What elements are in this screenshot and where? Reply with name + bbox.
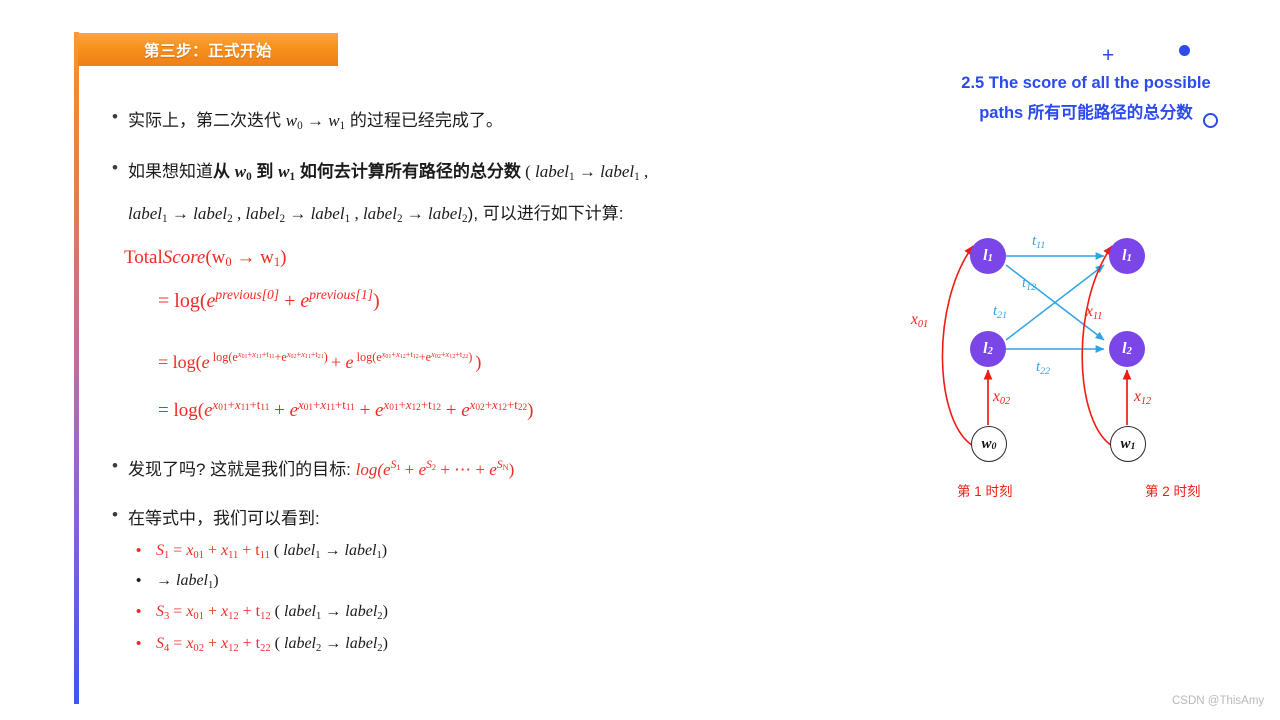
sub-bullet-marker: • [136, 603, 142, 620]
label-x12: x12 [1134, 388, 1152, 407]
formula-line-1: = log(eprevious[0] + eprevious[1]) [158, 287, 380, 312]
bullet-text-3: 发现了吗? 这就是我们的目标: log(eS1 + eS2 + ⋯ + eSN) [128, 458, 515, 479]
formula-line-3: = log(ex01+x11+t11 + ex01+x11+t11 + ex01… [158, 396, 534, 421]
label-t12: t12 [1022, 275, 1037, 293]
diagram-edges [941, 245, 1132, 448]
bullet-marker: • [112, 107, 118, 126]
bullet-marker: • [112, 456, 118, 475]
sub-bullet-item: • S3 = x01 + x12 + t12 ( label1 → label2) [136, 603, 388, 622]
bullet-item-2-line2: label1 → label2 , label2 → label1 , labe… [128, 197, 908, 231]
sub-bullet-text: S3 = x01 + x12 + t12 ( label1 → label2) [156, 603, 388, 622]
sub-bullet-text: S1 = x01 + x11 + t11 ( label1 → label1) [156, 542, 388, 561]
filled-dot-icon [1179, 45, 1190, 56]
bullet-text-4: 在等式中，我们可以看到: [128, 509, 320, 528]
bullet-text-1: 实际上，第二次迭代 w0 → w1 的过程已经完成了。 [128, 111, 503, 132]
node-w1: w1 [1110, 426, 1146, 462]
label-t11: t11 [1032, 233, 1046, 251]
sub-bullet-item: • S4 = x02 + x12 + t22 ( label2 → label2) [136, 635, 388, 654]
sub-bullet-item: • S1 = x01 + x11 + t11 ( label1 → label1) [136, 542, 388, 561]
bullet-text-2-cont: label1 → label2 , label2 → label1 , labe… [128, 204, 624, 225]
section-banner: 第三步：正式开始 [78, 33, 338, 66]
label-x02: x02 [993, 388, 1011, 407]
label-t22: t22 [1036, 359, 1051, 377]
sub-bullet-marker: • [136, 542, 142, 559]
time-label-2: 第 2 时刻 [1145, 484, 1201, 499]
node-l2-t2: l2 [1109, 331, 1145, 367]
right-heading-line1: 2.5 The score of all the possible [961, 74, 1211, 92]
time-label-1: 第 1 时刻 [957, 484, 1013, 499]
crf-path-diagram: l1 l2 l1 l2 w0 w1 t11 t12 t21 t22 x01 x0… [900, 215, 1230, 515]
bullet-text-2: 如果想知道从 w0 到 w1 如何去计算所有路径的总分数 ( label1 → … [128, 162, 649, 183]
bullet-item-2: • 如果想知道从 w0 到 w1 如何去计算所有路径的总分数 ( label1 … [112, 155, 892, 189]
section-banner-title: 第三步：正式开始 [143, 42, 272, 60]
bullet-item-1: • 实际上，第二次迭代 w0 → w1 的过程已经完成了。 [112, 104, 872, 138]
watermark: CSDN @ThisAmy [1172, 695, 1265, 707]
bullet-marker: • [112, 158, 118, 177]
sub-bullet-text: S4 = x02 + x12 + t22 ( label2 → label2) [156, 635, 388, 654]
label-x01: x01 [911, 311, 929, 330]
open-circle-icon [1203, 113, 1218, 128]
formula-totalscore-head: TotalScore(w0 → w1) [124, 247, 287, 270]
formula-line-2: = log(e log(ex01+x11+t11+ex02+x11+t21) +… [158, 349, 482, 372]
node-l2-t1: l2 [970, 331, 1006, 367]
bullet-item-3: • 发现了吗? 这就是我们的目标: log(eS1 + eS2 + ⋯ + eS… [112, 453, 872, 487]
bullet-marker: • [112, 505, 118, 524]
sub-bullet-text: → label1) [156, 572, 219, 591]
left-accent-rail [74, 32, 79, 704]
sub-bullet-item: • → label1) [136, 572, 219, 591]
plus-icon: + [1102, 44, 1115, 67]
node-w0: w0 [971, 426, 1007, 462]
sub-bullet-marker: • [136, 572, 142, 589]
label-t21: t21 [993, 303, 1008, 321]
sub-bullet-marker: • [136, 635, 142, 652]
node-l1-t1: l1 [970, 238, 1006, 274]
bullet-item-4: • 在等式中，我们可以看到: [112, 502, 872, 536]
label-x11: x11 [1086, 303, 1103, 322]
node-l1-t2: l1 [1109, 238, 1145, 274]
